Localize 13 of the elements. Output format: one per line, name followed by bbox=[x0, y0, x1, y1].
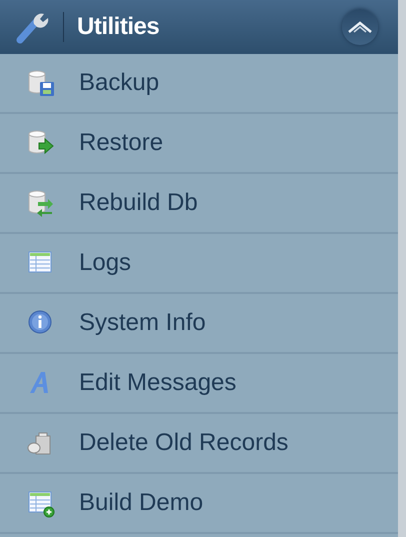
menu-item[interactable]: Rebuild Db bbox=[0, 174, 398, 234]
menu-item[interactable]: Backup bbox=[0, 54, 398, 114]
menu-item[interactable]: Edit Messages bbox=[0, 354, 398, 414]
menu-item[interactable]: System Info bbox=[0, 294, 398, 354]
database-arrows-icon bbox=[26, 188, 56, 218]
menu-item[interactable]: Delete Old Records bbox=[0, 414, 398, 474]
panel-title: Utilities bbox=[77, 12, 160, 42]
menu-item[interactable]: Build Demo bbox=[0, 474, 398, 534]
database-floppy-icon bbox=[26, 68, 56, 98]
menu-item[interactable]: Logs bbox=[0, 234, 398, 294]
collapse-button[interactable] bbox=[342, 9, 378, 45]
chevron-up-icon bbox=[348, 21, 372, 33]
menu-item[interactable]: Restore bbox=[0, 114, 398, 174]
